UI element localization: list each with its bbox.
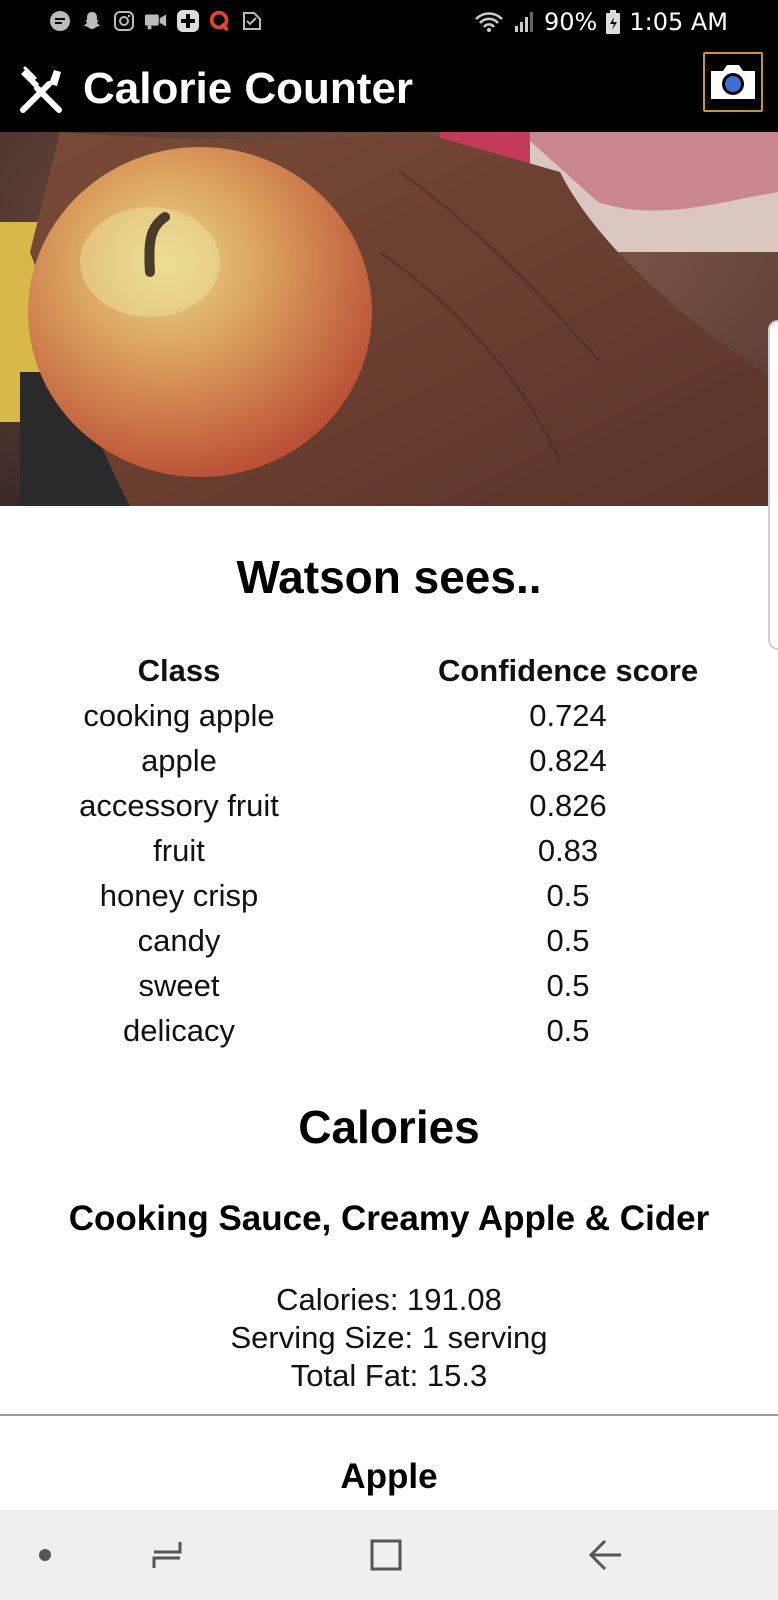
score-cell: 0.826 — [529, 787, 607, 823]
divider — [0, 1414, 778, 1416]
instagram-icon — [112, 9, 136, 33]
utensils-icon — [15, 64, 67, 116]
table-row: honey crisp 0.5 — [0, 873, 778, 918]
table-header-row: Class Confidence score — [0, 648, 778, 693]
score-cell: 0.5 — [546, 967, 590, 1003]
app-bar: Calorie Counter — [0, 46, 778, 132]
battery-percent: 90% — [544, 8, 598, 36]
calories-heading: Calories — [298, 1101, 480, 1153]
watson-heading: Watson sees.. — [236, 551, 542, 603]
table-row: apple 0.824 — [0, 738, 778, 783]
camera-icon — [707, 61, 759, 103]
app-title: Calorie Counter — [83, 64, 414, 113]
class-cell: accessory fruit — [79, 787, 279, 823]
column-header-confidence: Confidence score — [437, 652, 699, 688]
class-cell: sweet — [138, 967, 220, 1003]
recents-icon — [150, 1538, 186, 1572]
battery-icon — [605, 10, 621, 34]
table-row: accessory fruit 0.826 — [0, 783, 778, 828]
food-item-name: Cooking Sauce, Creamy Apple & Cider — [68, 1199, 710, 1238]
class-cell: candy — [137, 922, 221, 958]
score-cell: 0.5 — [546, 877, 590, 913]
table-row: candy 0.5 — [0, 918, 778, 963]
column-header-class: Class — [137, 652, 221, 688]
home-icon — [369, 1538, 403, 1572]
food-item-name: Apple — [340, 1457, 438, 1496]
dot-button[interactable] — [20, 1510, 70, 1600]
table-row: sweet 0.5 — [0, 963, 778, 1008]
system-status: 90% 1:05 AM — [474, 8, 728, 36]
clock: 1:05 AM — [629, 8, 728, 36]
snapchat-icon — [80, 9, 104, 33]
plus-app-icon — [176, 9, 200, 33]
score-cell: 0.724 — [529, 697, 607, 733]
dot-icon — [38, 1548, 52, 1562]
food-calories: Calories: 191.08 — [276, 1282, 502, 1317]
notification-icons — [48, 9, 264, 33]
video-chat-icon — [144, 9, 168, 33]
table-row: delicacy 0.5 — [0, 1008, 778, 1053]
check-app-icon — [240, 9, 264, 33]
class-cell: delicacy — [123, 1012, 235, 1048]
class-cell: apple — [141, 742, 217, 778]
score-cell: 0.83 — [537, 832, 599, 868]
message-icon — [48, 9, 72, 33]
food-total-fat: Total Fat: 15.3 — [290, 1358, 488, 1393]
back-icon — [587, 1538, 623, 1572]
class-cell: honey crisp — [99, 877, 259, 913]
wifi-icon — [474, 10, 504, 34]
classification-table: Class Confidence score cooking apple 0.72… — [0, 648, 778, 1053]
home-button[interactable] — [356, 1510, 416, 1600]
captured-photo — [0, 132, 778, 506]
recents-button[interactable] — [138, 1510, 198, 1600]
score-cell: 0.5 — [546, 1012, 590, 1048]
food-serving-size: Serving Size: 1 serving — [230, 1320, 548, 1355]
camera-button[interactable] — [703, 52, 763, 112]
table-row: cooking apple 0.724 — [0, 693, 778, 738]
back-button[interactable] — [575, 1510, 635, 1600]
score-cell: 0.824 — [529, 742, 607, 778]
class-cell: fruit — [153, 832, 205, 868]
navigation-bar — [0, 1510, 778, 1600]
status-bar: 90% 1:05 AM — [0, 0, 778, 46]
class-cell: cooking apple — [83, 697, 275, 733]
signal-icon — [512, 10, 536, 34]
quora-icon — [208, 9, 232, 33]
table-row: fruit 0.83 — [0, 828, 778, 873]
score-cell: 0.5 — [546, 922, 590, 958]
